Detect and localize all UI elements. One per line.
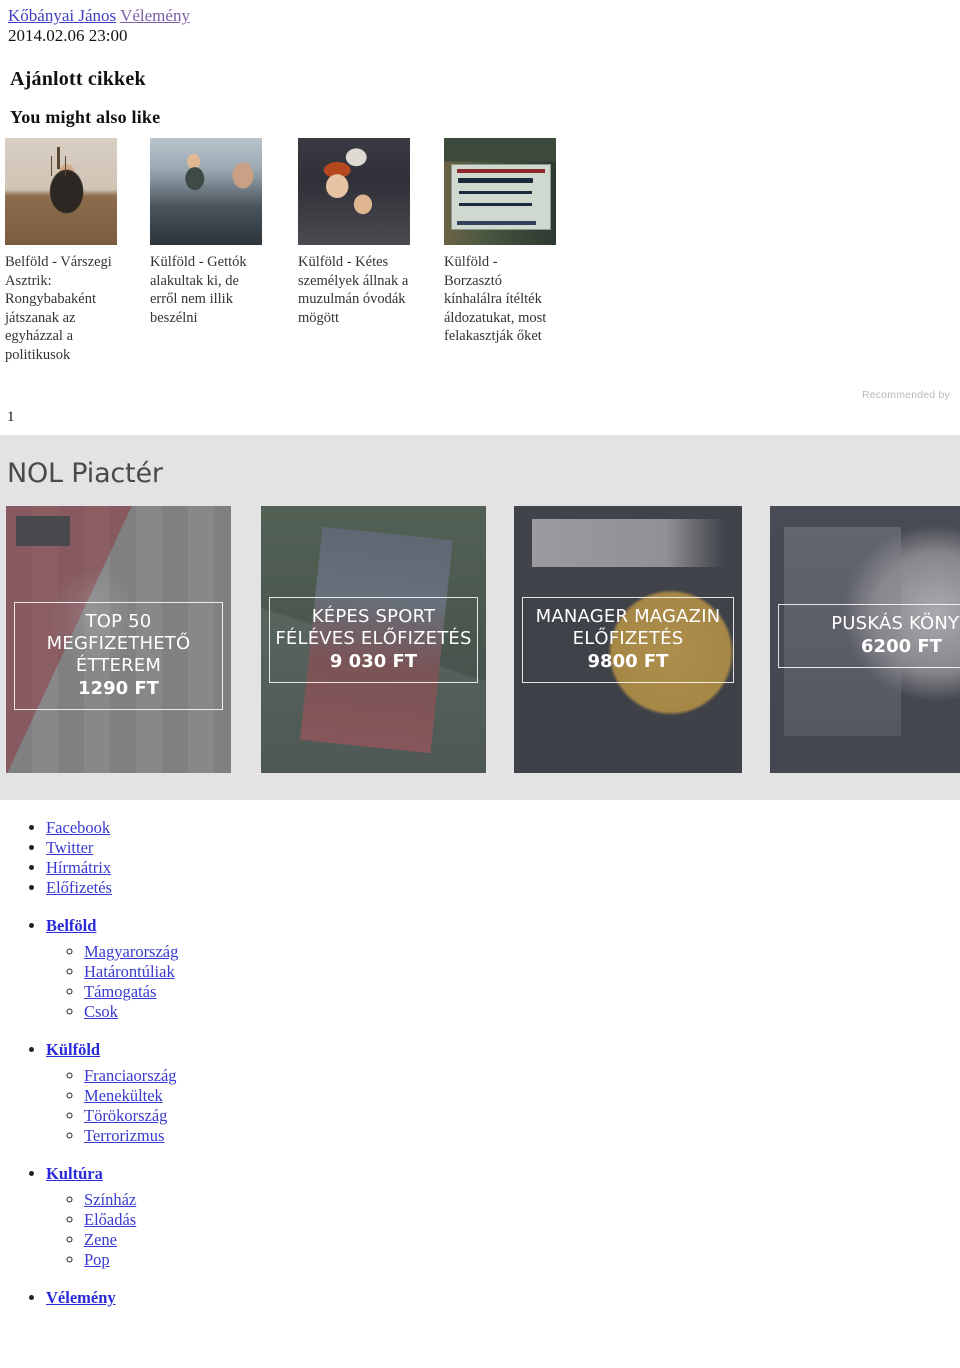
list-item: Magyarország [84, 942, 960, 962]
footer-category-kultura[interactable]: Kultúra [46, 1164, 103, 1183]
list-item: Határontúliak [84, 962, 960, 982]
card-product-name: KÉPES SPORT FÉLÉVES ELŐFIZETÉS [275, 606, 472, 649]
footer-link-eloadas[interactable]: Előadás [84, 1210, 136, 1229]
card-product-price: 9800 FT [587, 651, 669, 672]
footer-sublist-belfold: Magyarország Határontúliak Támogatás Cso… [46, 942, 960, 1022]
marketplace-section: NOL Piactér TOP 50 MEGFIZETHETŐ ÉTTEREM … [0, 435, 960, 800]
protest-sign-image [444, 138, 556, 245]
article-title[interactable]: Külföld - Gettók alakultak ki, de erről … [150, 253, 262, 327]
list-item: Előadás [84, 1210, 960, 1230]
list-item: Hírmátrix [46, 858, 960, 878]
crowd-street-image [150, 138, 262, 245]
card-caption: MANAGER MAGAZIN ELŐFIZETÉS 9800 FT [522, 597, 734, 683]
footer-link-hirmatrix[interactable]: Hírmátrix [46, 858, 111, 877]
card-caption: TOP 50 MEGFIZETHETŐ ÉTTEREM 1290 FT [14, 602, 223, 710]
marketplace-card-puskas-konyv[interactable]: PUSKÁS KÖNYV 6200 FT [770, 506, 960, 773]
recommended-by-label: Recommended by [861, 389, 950, 401]
card-caption: KÉPES SPORT FÉLÉVES ELŐFIZETÉS 9 030 FT [269, 597, 478, 683]
footer-link-magyarorszag[interactable]: Magyarország [84, 942, 178, 961]
list-item: Twitter [46, 838, 960, 858]
card-product-name: TOP 50 MEGFIZETHETŐ ÉTTEREM [46, 611, 191, 676]
section-link[interactable]: Vélemény [120, 6, 190, 25]
footer-sublist-kulfold: Franciaország Menekültek Törökország Ter… [46, 1066, 960, 1146]
footer-link-franciaorszag[interactable]: Franciaország [84, 1066, 177, 1085]
card-product-name: MANAGER MAGAZIN ELŐFIZETÉS [535, 606, 721, 649]
footer-link-elofizetes[interactable]: Előfizetés [46, 878, 112, 897]
priest-portrait-image [5, 138, 117, 245]
recommended-articles-row: Belföld - Várszegi Asztrik: Rongybabakén… [0, 138, 960, 368]
list-item: Facebook [46, 818, 960, 838]
publish-date: 2014.02.06 23:00 [8, 26, 128, 45]
marketplace-card-manager-magazin[interactable]: MANAGER MAGAZIN ELŐFIZETÉS 9800 FT [514, 506, 742, 773]
footer-link-torokorszag[interactable]: Törökország [84, 1106, 167, 1125]
footer-category-velemeny[interactable]: Vélemény [46, 1288, 116, 1307]
marketplace-card-top50[interactable]: TOP 50 MEGFIZETHETŐ ÉTTEREM 1290 FT [6, 506, 231, 773]
you-might-also-like-heading: You might also like [10, 107, 161, 127]
list-item: Zene [84, 1230, 960, 1250]
placard-top-line [456, 168, 546, 173]
footer-category-belfold[interactable]: Belföld [46, 916, 96, 935]
card-product-price: 1290 FT [78, 678, 159, 699]
list-item: Csok [84, 1002, 960, 1022]
footer-link-twitter[interactable]: Twitter [46, 838, 93, 857]
card-product-name: PUSKÁS KÖNYV [831, 613, 960, 634]
recommended-articles-heading: Ajánlott cikkek [10, 68, 146, 90]
recommended-article-item[interactable]: Belföld - Várszegi Asztrik: Rongybabakén… [5, 138, 117, 364]
list-item: Támogatás [84, 982, 960, 1002]
list-item: Előfizetés [46, 878, 960, 898]
list-item: Kultúra Színház Előadás Zene Pop [46, 1164, 960, 1270]
footer-link-list: Facebook Twitter Hírmátrix Előfizetés Be… [0, 818, 960, 1308]
list-item: Pop [84, 1250, 960, 1270]
placard-bottom-line [456, 220, 536, 225]
marketplace-title: NOL Piactér [7, 458, 163, 489]
placard-text-lines [457, 177, 533, 183]
footer-link-hatarontuliak[interactable]: Határontúliak [84, 962, 175, 981]
article-title[interactable]: Belföld - Várszegi Asztrik: Rongybabakén… [5, 253, 117, 364]
card-product-price: 9 030 FT [329, 651, 418, 672]
footer-link-pop[interactable]: Pop [84, 1250, 110, 1269]
article-thumbnail-protest[interactable] [444, 138, 556, 245]
author-link[interactable]: Kőbányai János [8, 6, 116, 25]
article-thumbnail-children[interactable] [298, 138, 410, 245]
article-title[interactable]: Külföld - Kétes személyek állnak a muzul… [298, 253, 410, 327]
article-thumbnail-priest[interactable] [5, 138, 117, 245]
footer-link-facebook[interactable]: Facebook [46, 818, 110, 837]
list-item: Színház [84, 1190, 960, 1210]
list-item: Vélemény [46, 1288, 960, 1308]
article-title[interactable]: Külföld - Borzasztó kínhalálra ítélték á… [444, 253, 556, 346]
footer-sublist-kultura: Színház Előadás Zene Pop [46, 1190, 960, 1270]
footer-link-terrorizmus[interactable]: Terrorizmus [84, 1126, 164, 1145]
list-item: Terrorizmus [84, 1126, 960, 1146]
marketplace-cards: TOP 50 MEGFIZETHETŐ ÉTTEREM 1290 FT KÉPE… [0, 506, 960, 773]
card-product-price: 6200 FT [861, 636, 942, 657]
byline: Kőbányai János Vélemény [8, 6, 190, 26]
footer-link-tamogatas[interactable]: Támogatás [84, 982, 156, 1001]
list-item: Törökország [84, 1106, 960, 1126]
recommended-article-item[interactable]: Külföld - Kétes személyek állnak a muzul… [298, 138, 410, 327]
marketplace-card-kepes-sport[interactable]: KÉPES SPORT FÉLÉVES ELŐFIZETÉS 9 030 FT [261, 506, 486, 773]
list-item: Franciaország [84, 1066, 960, 1086]
recommended-article-item[interactable]: Külföld - Borzasztó kínhalálra ítélték á… [444, 138, 556, 346]
footer-link-csok[interactable]: Csok [84, 1002, 118, 1021]
protest-placard [450, 163, 552, 230]
list-item: Külföld Franciaország Menekültek Törökor… [46, 1040, 960, 1146]
page-number: 1 [7, 409, 15, 425]
card-caption: PUSKÁS KÖNYV 6200 FT [778, 604, 960, 668]
list-item: Menekültek [84, 1086, 960, 1106]
article-thumbnail-crowd[interactable] [150, 138, 262, 245]
footer-navigation: Facebook Twitter Hírmátrix Előfizetés Be… [0, 818, 960, 1308]
list-item: Belföld Magyarország Határontúliak Támog… [46, 916, 960, 1022]
children-crowd-image [298, 138, 410, 245]
footer-link-szinhaz[interactable]: Színház [84, 1190, 136, 1209]
footer-link-zene[interactable]: Zene [84, 1230, 117, 1249]
footer-category-kulfold[interactable]: Külföld [46, 1040, 100, 1059]
recommended-article-item[interactable]: Külföld - Gettók alakultak ki, de erről … [150, 138, 262, 327]
footer-link-menekultek[interactable]: Menekültek [84, 1086, 163, 1105]
